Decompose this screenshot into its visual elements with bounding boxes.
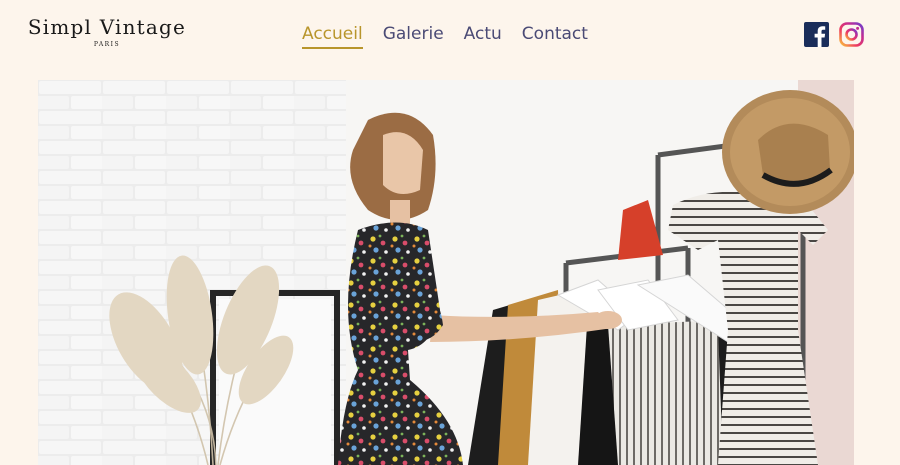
nav-item-galerie[interactable]: Galerie	[383, 24, 444, 49]
brand-name: Simpl Vintage	[27, 15, 187, 39]
brand-subtitle: PARIS	[93, 41, 121, 48]
hero-photo	[38, 80, 854, 465]
nav-item-accueil[interactable]: Accueil	[302, 24, 363, 49]
main-nav: Accueil Galerie Actu Contact	[302, 24, 588, 49]
nav-item-contact[interactable]: Contact	[522, 24, 588, 49]
nav-item-actu[interactable]: Actu	[464, 24, 502, 49]
brand-logo[interactable]: Simpl Vintage PARIS	[27, 14, 187, 48]
hero-image	[38, 80, 854, 465]
instagram-icon[interactable]	[839, 22, 864, 52]
site-header: Simpl Vintage PARIS Accueil Galerie Actu…	[0, 0, 900, 70]
facebook-icon[interactable]	[804, 22, 829, 52]
